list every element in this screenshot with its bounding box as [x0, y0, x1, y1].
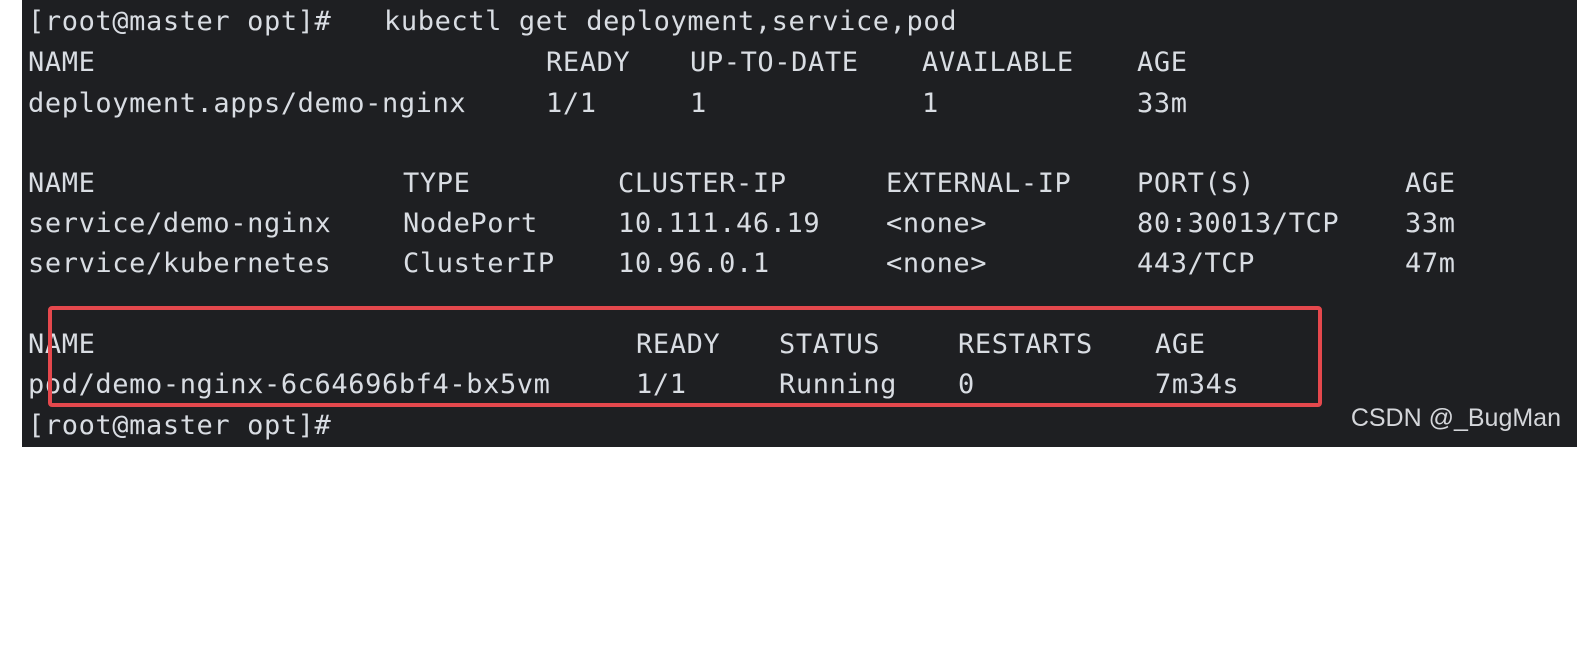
pod-age: 7m34s — [1155, 369, 1240, 400]
service-age: 47m — [1405, 248, 1456, 279]
command-text: kubectl get deployment,service,pod — [384, 6, 958, 37]
column-header: CLUSTER-IP — [618, 168, 787, 199]
watermark: CSDN @_BugMan — [1350, 404, 1561, 432]
shell-prompt: [root@master opt]# — [28, 6, 332, 37]
service-ports: 443/TCP — [1137, 248, 1255, 279]
column-header: AGE — [1405, 168, 1456, 199]
deployment-available: 1 — [922, 88, 939, 119]
column-header: PORT(S) — [1137, 168, 1255, 199]
column-header: NAME — [28, 47, 96, 78]
column-header: READY — [636, 329, 721, 360]
pod-ready: 1/1 — [636, 369, 687, 400]
service-name: service/demo-nginx — [28, 208, 332, 239]
service-type: NodePort — [403, 208, 538, 239]
service-ports: 80:30013/TCP — [1137, 208, 1340, 239]
deployment-ready: 1/1 — [546, 88, 597, 119]
command-line: [root@master opt]# kubectl get deploymen… — [28, 2, 956, 42]
pod-status: Running — [779, 369, 897, 400]
column-header: AVAILABLE — [922, 47, 1074, 78]
column-header: STATUS — [779, 329, 881, 360]
column-header: READY — [546, 47, 631, 78]
pod-table-header: NAME READY STATUS RESTARTS AGE — [28, 325, 1205, 365]
service-table-header: NAME TYPE CLUSTER-IP EXTERNAL-IP PORT(S)… — [28, 164, 1455, 204]
table-row: service/kubernetes ClusterIP 10.96.0.1 <… — [28, 244, 1455, 284]
column-header: TYPE — [403, 168, 471, 199]
table-row: service/demo-nginx NodePort 10.111.46.19… — [28, 204, 1455, 244]
column-header: EXTERNAL-IP — [886, 168, 1072, 199]
deployment-table-header: NAME READY UP-TO-DATE AVAILABLE AGE — [28, 43, 1187, 83]
column-header: NAME — [28, 168, 96, 199]
service-type: ClusterIP — [403, 248, 555, 279]
column-header: AGE — [1137, 47, 1188, 78]
column-header: UP-TO-DATE — [690, 47, 859, 78]
column-header: NAME — [28, 329, 96, 360]
service-cluster-ip: 10.111.46.19 — [618, 208, 821, 239]
column-header: AGE — [1155, 329, 1206, 360]
service-cluster-ip: 10.96.0.1 — [618, 248, 770, 279]
terminal-window[interactable]: [root@master opt]# kubectl get deploymen… — [22, 0, 1577, 447]
service-name: service/kubernetes — [28, 248, 332, 279]
final-prompt-line: [root@master opt]# — [28, 406, 331, 446]
shell-prompt: [root@master opt]# — [28, 410, 332, 441]
service-age: 33m — [1405, 208, 1456, 239]
column-header: RESTARTS — [958, 329, 1093, 360]
deployment-age: 33m — [1137, 88, 1188, 119]
deployment-up-to-date: 1 — [690, 88, 707, 119]
pod-name: pod/demo-nginx-6c64696bf4-bx5vm — [28, 369, 551, 400]
service-external-ip: <none> — [886, 208, 988, 239]
pod-restarts: 0 — [958, 369, 975, 400]
table-row: deployment.apps/demo-nginx 1/1 1 1 33m — [28, 84, 1187, 124]
deployment-name: deployment.apps/demo-nginx — [28, 88, 467, 119]
service-external-ip: <none> — [886, 248, 988, 279]
table-row: pod/demo-nginx-6c64696bf4-bx5vm 1/1 Runn… — [28, 365, 1239, 405]
